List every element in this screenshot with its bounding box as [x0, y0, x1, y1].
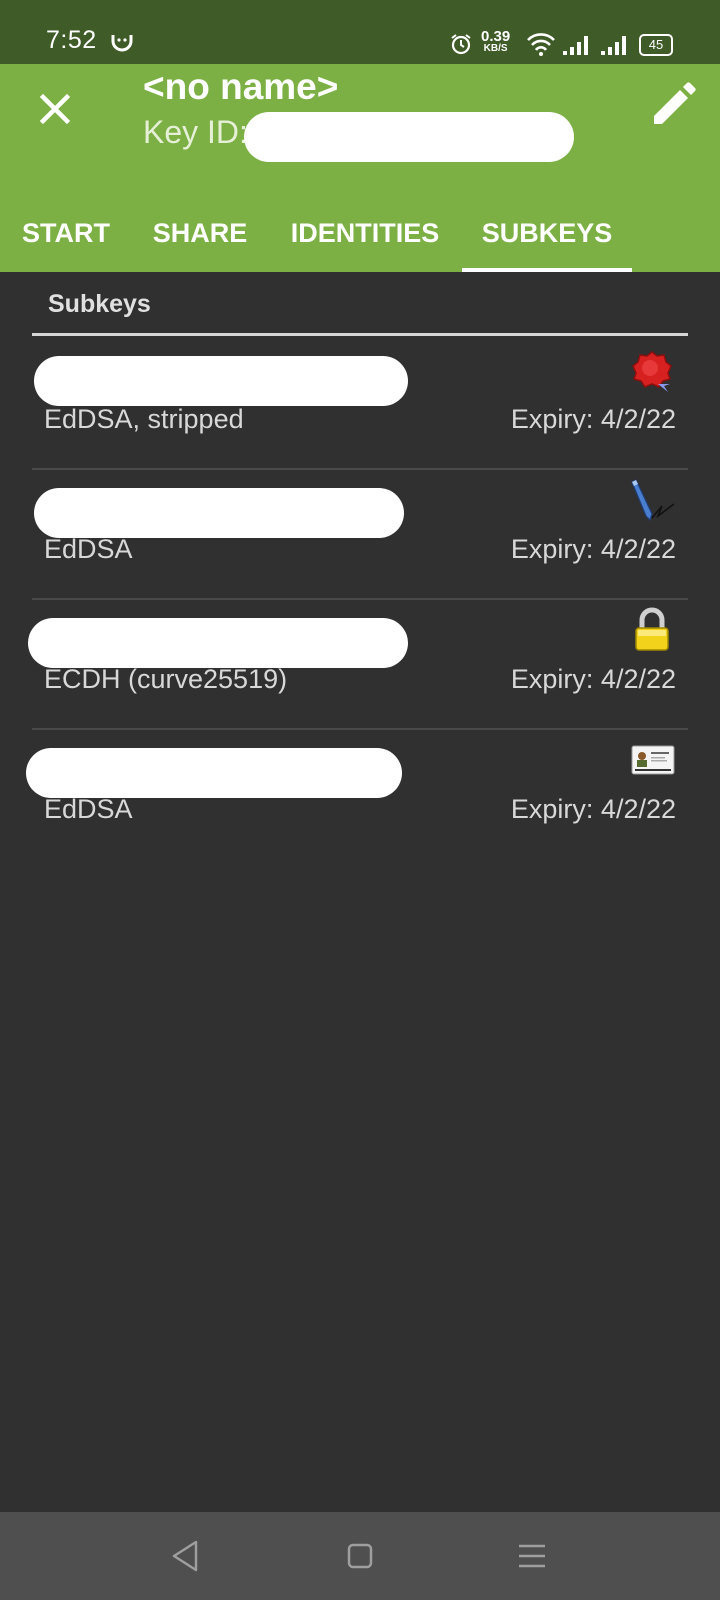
tab-subkeys[interactable]: SUBKEYS: [462, 194, 632, 272]
section-title: Subkeys: [48, 290, 151, 318]
subkey-row[interactable]: EdDSA Expiry: 4/2/22: [26, 730, 688, 860]
subkey-id-redacted: [26, 748, 402, 798]
wifi-icon: [527, 33, 555, 56]
network-speed-unit: KB/S: [483, 43, 508, 54]
subkey-algorithm: EdDSA: [44, 534, 133, 564]
app-bar: <no name> Key ID: START SHARE IDENTITIES…: [0, 64, 720, 272]
smiley-notification-icon: [111, 35, 133, 52]
subkey-row[interactable]: EdDSA Expiry: 4/2/22: [32, 470, 688, 600]
tab-share[interactable]: SHARE: [144, 194, 256, 272]
key-name-title: <no name>: [143, 66, 339, 107]
back-nav-icon[interactable]: [166, 1536, 206, 1576]
section-divider: [32, 333, 688, 336]
system-nav-bar: [0, 1512, 720, 1600]
tab-identities[interactable]: IDENTITIES: [280, 194, 450, 272]
signal-strength-icon-2: [601, 36, 626, 55]
subkey-algorithm: EdDSA, stripped: [44, 404, 244, 434]
recents-menu-nav-icon[interactable]: [512, 1536, 552, 1576]
authenticate-card-icon: [631, 745, 675, 775]
certify-seal-icon: [632, 351, 672, 392]
subkey-id-redacted: [28, 618, 408, 668]
tab-start[interactable]: START: [8, 194, 124, 272]
subkey-row[interactable]: ECDH (curve25519) Expiry: 4/2/22: [28, 600, 688, 730]
battery-level: 45: [648, 37, 664, 52]
subkey-expiry: Expiry: 4/2/22: [510, 664, 676, 694]
subkey-id-redacted: [34, 488, 404, 538]
subkey-algorithm: EdDSA: [44, 794, 133, 824]
edit-button[interactable]: [644, 78, 700, 134]
home-nav-icon[interactable]: [340, 1536, 380, 1576]
key-id-redacted: [244, 112, 574, 162]
signal-strength-icon: [563, 36, 588, 55]
subkey-expiry: Expiry: 4/2/22: [510, 404, 676, 434]
subkey-row[interactable]: EdDSA, stripped Expiry: 4/2/22: [32, 340, 688, 470]
key-id-label: Key ID:: [143, 114, 248, 150]
battery-icon: 45: [639, 34, 673, 56]
subkey-id-redacted: [34, 356, 408, 406]
subkey-expiry: Expiry: 4/2/22: [510, 794, 676, 824]
status-time: 7:52: [46, 26, 97, 54]
alarm-icon: [451, 34, 471, 55]
encrypt-lock-icon: [635, 607, 669, 651]
subkey-expiry: Expiry: 4/2/22: [510, 534, 676, 564]
screen: 7:52 0.39 KB/S 45 <no name> Key ID: STAR…: [0, 0, 720, 1600]
subkey-algorithm: ECDH (curve25519): [44, 664, 288, 694]
status-bar: 7:52 0.39 KB/S 45: [0, 0, 720, 64]
close-button[interactable]: [26, 80, 84, 138]
network-speed: 0.39 KB/S: [481, 29, 510, 54]
selected-tab-indicator: [462, 268, 632, 272]
sign-pen-icon: [631, 479, 675, 522]
tab-bar: START SHARE IDENTITIES SUBKEYS: [0, 194, 720, 272]
